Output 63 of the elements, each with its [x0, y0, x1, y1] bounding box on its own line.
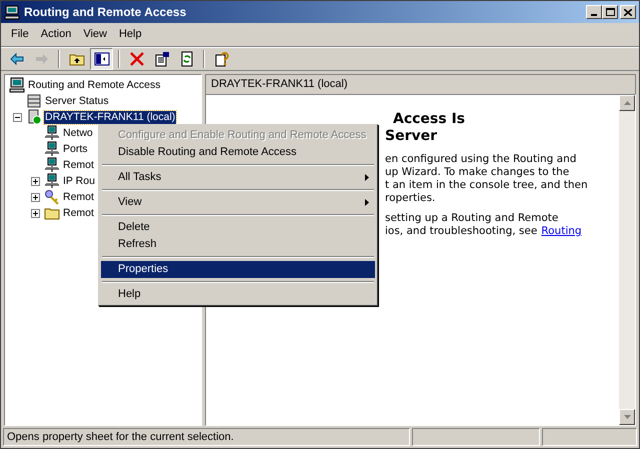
- menu-item[interactable]: All Tasks: [101, 169, 375, 186]
- close-icon: [624, 8, 632, 16]
- menu-item[interactable]: Help: [101, 286, 375, 303]
- panel-toggle-button[interactable]: [90, 48, 113, 70]
- heading-text: Server: [385, 128, 438, 145]
- menu-item[interactable]: Disable Routing and Remote Access: [101, 144, 375, 161]
- delete-icon: [128, 51, 144, 67]
- window-title: Routing and Remote Access: [24, 4, 188, 21]
- status-text: Opens property sheet for the current selection.: [3, 428, 410, 446]
- expand-icon[interactable]: [31, 176, 40, 186]
- paragraph-text: ios, and troubleshooting, see: [385, 225, 538, 238]
- back-arrow-icon: [8, 51, 24, 67]
- up-arrow-icon: [624, 101, 630, 105]
- menu-item[interactable]: Properties: [101, 261, 375, 278]
- collapse-icon[interactable]: [13, 112, 22, 122]
- menu-item[interactable]: View: [77, 24, 113, 45]
- paragraph-text: t an item in the console tree, and then: [385, 179, 588, 192]
- help-icon: [214, 51, 230, 67]
- key-icon: [44, 189, 60, 205]
- menu-item[interactable]: Refresh: [101, 236, 375, 253]
- network-computer-icon: [44, 157, 60, 173]
- properties-icon: [154, 51, 170, 67]
- expand-icon[interactable]: [31, 192, 40, 202]
- forward-arrow-icon: [34, 51, 50, 67]
- server-icon: [26, 109, 42, 125]
- details-header: DRAYTEK-FRANK11 (local): [205, 74, 636, 94]
- computer-icon: [4, 4, 20, 20]
- maximize-icon: [606, 8, 614, 16]
- network-computer-icon: [44, 141, 60, 157]
- tree-item[interactable]: DRAYTEK-FRANK11 (local): [44, 110, 176, 124]
- menu-item[interactable]: Help: [112, 24, 148, 45]
- tree-item[interactable]: Remot: [62, 206, 95, 220]
- network-computer-icon: [44, 173, 60, 189]
- tree-item[interactable]: IP Rou: [62, 174, 96, 188]
- paragraph-text: roperties.: [385, 192, 436, 205]
- computer-icon: [9, 77, 25, 93]
- menu-item[interactable]: Action: [34, 24, 78, 45]
- paragraph-text: up Wizard. To make changes to the: [385, 166, 570, 179]
- scroll-up-button[interactable]: [619, 95, 635, 111]
- minimize-button[interactable]: [586, 5, 602, 19]
- close-button[interactable]: [620, 5, 636, 19]
- paragraph-text: en configured using the Routing and: [385, 153, 576, 166]
- tree-item[interactable]: Remot: [62, 158, 95, 172]
- minimize-icon: [591, 14, 597, 16]
- scroll-down-button[interactable]: [619, 409, 635, 425]
- maximize-button[interactable]: [602, 5, 618, 19]
- server-stack-icon: [26, 93, 42, 109]
- down-arrow-icon: [624, 415, 630, 419]
- paragraph-text: setting up a Routing and Remote: [385, 212, 558, 225]
- refresh-icon: [178, 51, 194, 67]
- expand-icon[interactable]: [31, 208, 40, 218]
- menu-item[interactable]: View: [101, 194, 375, 211]
- heading-text: Access Is: [392, 111, 466, 128]
- tree-item[interactable]: Server Status: [44, 94, 110, 108]
- tree-item[interactable]: Ports: [62, 142, 89, 156]
- network-computer-icon: [44, 125, 60, 141]
- tree-item[interactable]: Routing and Remote Access: [27, 78, 162, 92]
- menu-item[interactable]: File: [5, 24, 35, 45]
- menu-item[interactable]: Delete: [101, 219, 375, 236]
- help-link[interactable]: Routing: [541, 225, 582, 238]
- tree-item[interactable]: Remot: [62, 190, 95, 204]
- tree-item[interactable]: Netwo: [62, 126, 94, 140]
- panel-toggle-icon: [94, 51, 110, 67]
